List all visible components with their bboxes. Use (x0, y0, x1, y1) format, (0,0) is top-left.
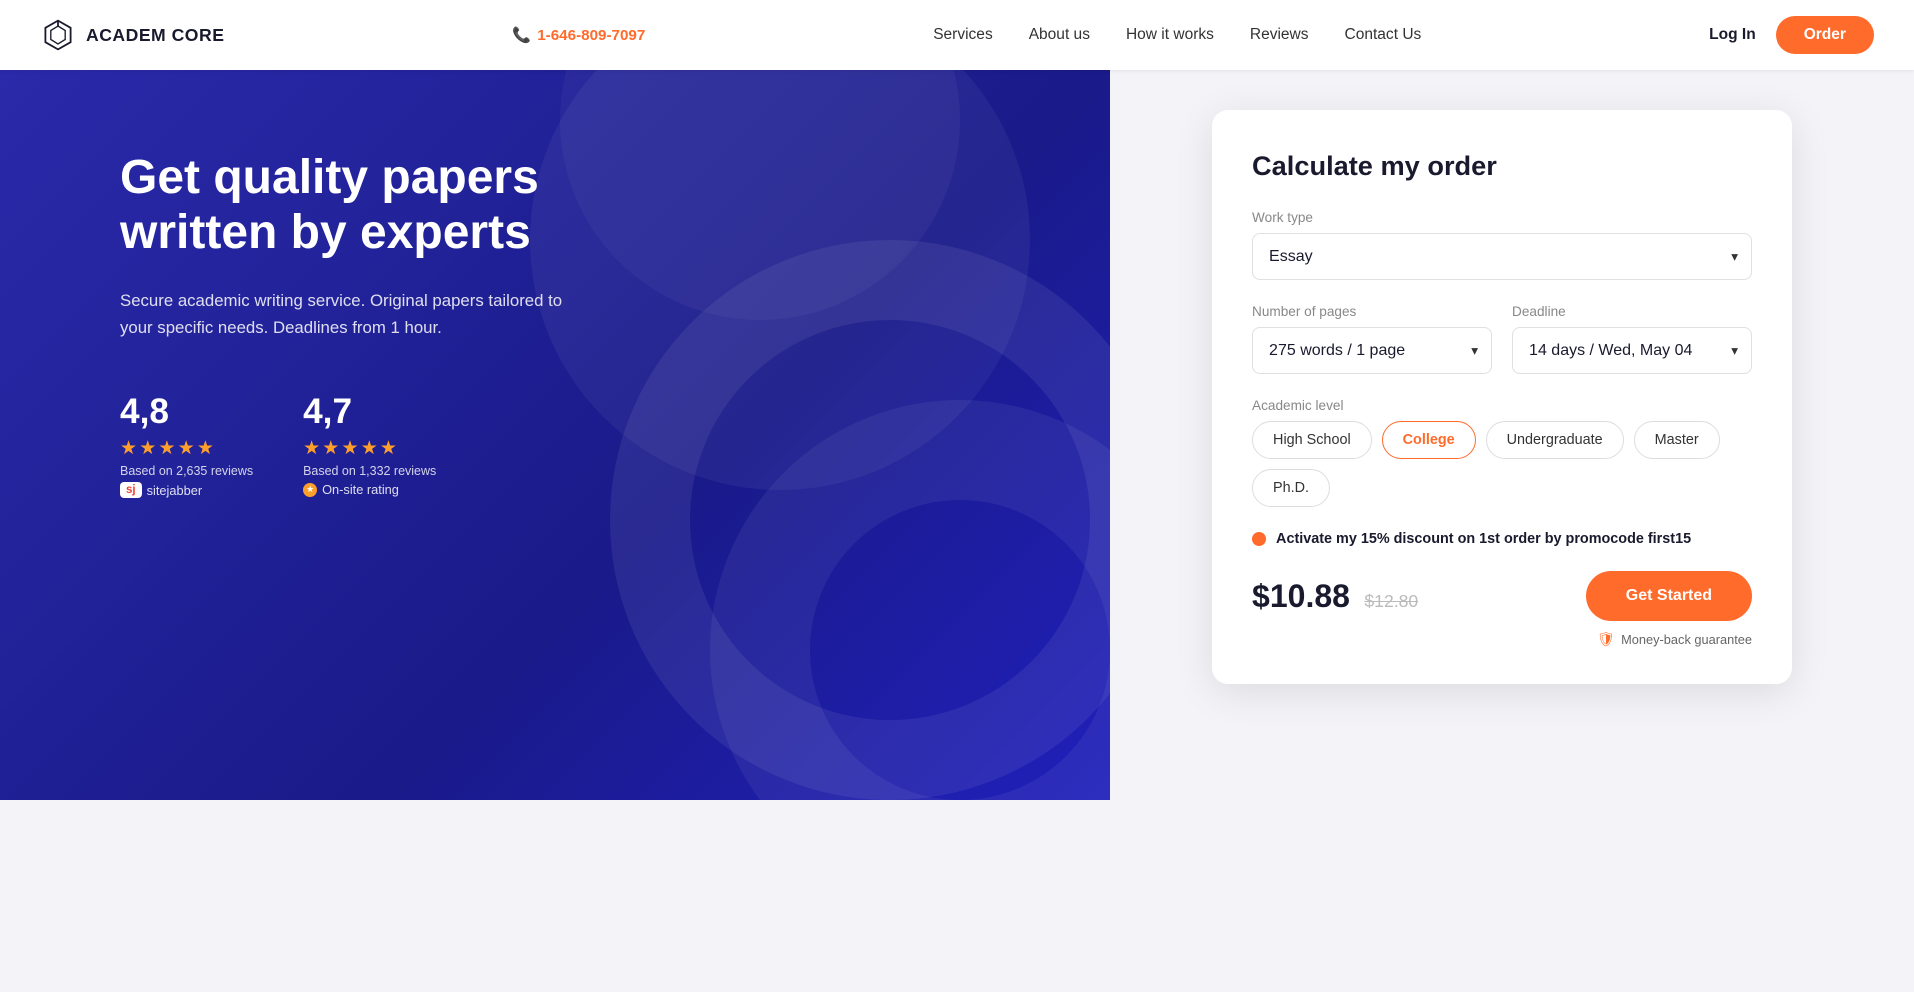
onsite-name: On-site rating (322, 482, 399, 497)
nav-services[interactable]: Services (933, 26, 993, 44)
pages-deadline-row: Number of pages 275 words / 1 page 550 w… (1252, 304, 1752, 374)
hero-title: Get quality papers written by experts (120, 150, 620, 260)
calculator-card: Calculate my order Work type Essay Resea… (1212, 110, 1792, 684)
pages-select[interactable]: 275 words / 1 page 550 words / 2 pages 8… (1252, 327, 1492, 374)
academic-level-group: Academic level High School College Under… (1252, 398, 1752, 507)
star-5: ★ (197, 436, 214, 460)
hero-subtitle: Secure academic writing service. Origina… (120, 288, 580, 342)
deadline-group: Deadline 14 days / Wed, May 04 7 days 3 … (1512, 304, 1752, 374)
pages-group: Number of pages 275 words / 1 page 550 w… (1252, 304, 1492, 374)
money-back-text: Money-back guarantee (1621, 632, 1752, 647)
star-1: ★ (120, 436, 137, 460)
work-type-label: Work type (1252, 210, 1752, 225)
level-phd[interactable]: Ph.D. (1252, 469, 1330, 507)
price-current: $10.88 (1252, 578, 1350, 614)
header-actions: Log In Order (1709, 16, 1874, 54)
main-nav: Services About us How it works Reviews C… (933, 26, 1421, 44)
rating2-stars: ★ ★ ★ ★ ★ (303, 436, 436, 460)
work-type-select[interactable]: Essay Research Paper Term Paper Disserta… (1252, 233, 1752, 280)
star-3: ★ (342, 436, 359, 460)
price-block: $10.88 $12.80 (1252, 578, 1418, 615)
phone-icon: 📞 (512, 26, 531, 44)
level-buttons: High School College Undergraduate Master… (1252, 421, 1752, 507)
hero-section: Get quality papers written by experts Se… (0, 70, 1914, 800)
logo[interactable]: ACADEM CORE (40, 17, 224, 53)
nav-contact[interactable]: Contact Us (1345, 26, 1422, 44)
nav-about[interactable]: About us (1029, 26, 1090, 44)
discount-dot-icon (1252, 532, 1266, 546)
onsite-badge-icon: ★ (303, 483, 317, 497)
sitejabber-badge: sj (120, 482, 142, 498)
level-master[interactable]: Master (1634, 421, 1720, 459)
star-2: ★ (322, 436, 339, 460)
get-started-button[interactable]: Get Started (1586, 571, 1752, 621)
star-4: ★ (361, 436, 378, 460)
level-undergraduate[interactable]: Undergraduate (1486, 421, 1624, 459)
decorative-circle-2 (560, 70, 960, 320)
deadline-select-wrapper: 14 days / Wed, May 04 7 days 3 days 24 h… (1512, 327, 1752, 374)
nav-reviews[interactable]: Reviews (1250, 26, 1309, 44)
nav-how-it-works[interactable]: How it works (1126, 26, 1214, 44)
rating1-number: 4,8 (120, 392, 253, 432)
star-2: ★ (139, 436, 156, 460)
rating2-number: 4,7 (303, 392, 436, 432)
rating2-label: Based on 1,332 reviews (303, 464, 436, 478)
calculator-title: Calculate my order (1252, 150, 1752, 182)
discount-text: Activate my 15% discount on 1st order by… (1276, 531, 1691, 547)
phone-number: 1-646-809-7097 (537, 27, 645, 44)
header: ACADEM CORE 📞 1-646-809-7097 Services Ab… (0, 0, 1914, 70)
work-type-select-wrapper: Essay Research Paper Term Paper Disserta… (1252, 233, 1752, 280)
work-type-group: Work type Essay Research Paper Term Pape… (1252, 210, 1752, 280)
level-high-school[interactable]: High School (1252, 421, 1372, 459)
rating1-source: sj sitejabber (120, 482, 253, 498)
hero-right: Calculate my order Work type Essay Resea… (1110, 70, 1914, 800)
star-1: ★ (303, 436, 320, 460)
phone-link[interactable]: 📞 1-646-809-7097 (512, 26, 645, 44)
star-5: ★ (380, 436, 397, 460)
star-4: ★ (178, 436, 195, 460)
pages-select-wrapper: 275 words / 1 page 550 words / 2 pages 8… (1252, 327, 1492, 374)
star-3: ★ (158, 436, 175, 460)
price-row: $10.88 $12.80 Get Started (1252, 571, 1752, 621)
deadline-select[interactable]: 14 days / Wed, May 04 7 days 3 days 24 h… (1512, 327, 1752, 374)
order-button[interactable]: Order (1776, 16, 1874, 54)
academic-level-label: Academic level (1252, 398, 1752, 413)
rating1-label: Based on 2,635 reviews (120, 464, 253, 478)
hero-left: Get quality papers written by experts Se… (0, 70, 1110, 800)
sitejabber-name: sitejabber (147, 483, 203, 498)
rating-onsite: 4,7 ★ ★ ★ ★ ★ Based on 1,332 reviews ★ O… (303, 392, 436, 498)
rating1-stars: ★ ★ ★ ★ ★ (120, 436, 253, 460)
rating2-source: ★ On-site rating (303, 482, 436, 497)
logo-icon (40, 17, 76, 53)
rating-sitejabber: 4,8 ★ ★ ★ ★ ★ Based on 2,635 reviews sj … (120, 392, 253, 498)
deadline-label: Deadline (1512, 304, 1752, 319)
price-old: $12.80 (1364, 591, 1418, 611)
pages-label: Number of pages (1252, 304, 1492, 319)
discount-row: Activate my 15% discount on 1st order by… (1252, 531, 1752, 547)
money-back-row: 🛡 Money-back guarantee (1252, 631, 1752, 648)
level-college[interactable]: College (1382, 421, 1476, 459)
login-button[interactable]: Log In (1709, 26, 1756, 44)
logo-text: ACADEM CORE (86, 25, 224, 46)
shield-icon: 🛡 (1597, 631, 1615, 648)
